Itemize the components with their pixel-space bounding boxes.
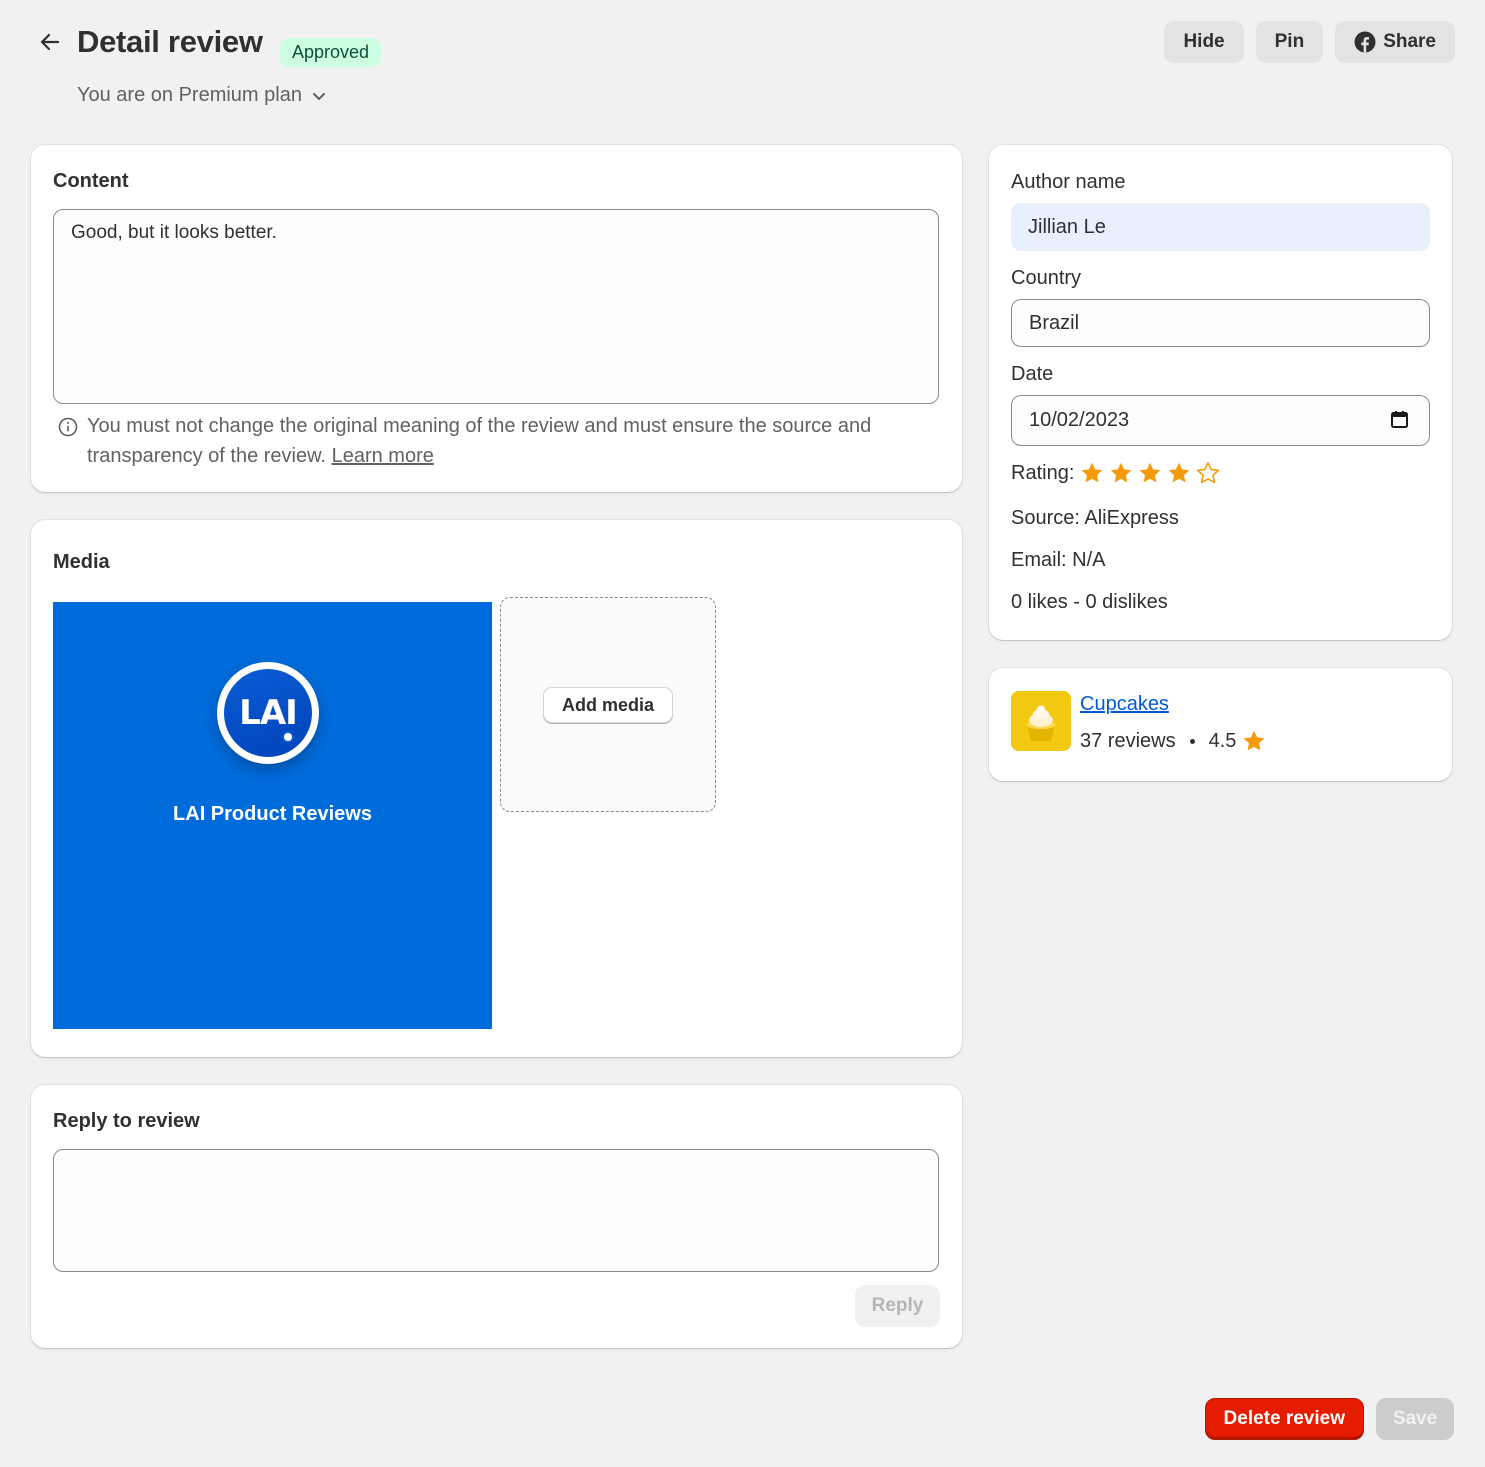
- content-card-title: Content: [53, 170, 129, 192]
- lai-logo: LAI: [217, 662, 319, 764]
- reply-card: Reply to review Reply: [31, 1085, 962, 1348]
- product-meta: 37 reviews 4.5: [1080, 729, 1266, 753]
- star-filled-icon[interactable]: [1138, 461, 1162, 485]
- reply-card-title: Reply to review: [53, 1110, 200, 1132]
- star-filled-icon[interactable]: [1167, 461, 1191, 485]
- add-media-dropzone[interactable]: Add media: [500, 597, 716, 812]
- product-reviews-count: 37 reviews: [1080, 729, 1176, 752]
- facebook-icon: [1354, 31, 1376, 53]
- page-header: Detail review Approved You are on Premiu…: [30, 20, 1455, 120]
- content-note: You must not change the original meaning…: [58, 411, 938, 471]
- plan-selector[interactable]: You are on Premium plan: [77, 84, 328, 107]
- media-caption: LAI Product Reviews: [173, 803, 372, 825]
- back-arrow-icon[interactable]: [36, 28, 64, 56]
- media-card-title: Media: [53, 551, 110, 573]
- plan-label: You are on Premium plan: [77, 84, 302, 106]
- author-name-label: Author name: [1011, 171, 1126, 193]
- product-average-rating: 4.5: [1208, 729, 1237, 752]
- date-input[interactable]: 10/02/2023: [1011, 395, 1430, 446]
- page-title: Detail review: [77, 24, 263, 59]
- footer-actions: Delete review Save: [1204, 1398, 1454, 1440]
- learn-more-link[interactable]: Learn more: [332, 445, 434, 467]
- star-filled-icon[interactable]: [1109, 461, 1133, 485]
- separator-dot: [1189, 738, 1195, 744]
- save-button[interactable]: Save: [1376, 1398, 1454, 1440]
- author-name-input[interactable]: Jillian Le: [1011, 203, 1430, 251]
- hide-button[interactable]: Hide: [1164, 21, 1244, 63]
- date-value: 10/02/2023: [1029, 409, 1130, 431]
- info-icon: [58, 417, 78, 437]
- country-label: Country: [1011, 267, 1082, 289]
- likes-text: 0 likes - 0 dislikes: [1011, 591, 1168, 613]
- note-text: You must not change the original meaning…: [87, 415, 872, 467]
- reply-button[interactable]: Reply: [855, 1285, 940, 1327]
- add-media-button[interactable]: Add media: [543, 687, 674, 723]
- status-badge: Approved: [280, 38, 382, 67]
- media-thumbnail[interactable]: LAI LAI Product Reviews: [53, 602, 492, 1029]
- product-thumbnail: [1011, 691, 1071, 751]
- rating-stars[interactable]: [1080, 461, 1220, 485]
- star-filled-icon[interactable]: [1080, 461, 1104, 485]
- source-text: Source: AliExpress: [1011, 507, 1179, 529]
- content-card: Content Good, but it looks better. You m…: [31, 145, 962, 492]
- chevron-down-icon: [312, 92, 325, 100]
- date-label: Date: [1011, 363, 1054, 385]
- country-input[interactable]: Brazil: [1011, 299, 1430, 347]
- share-label: Share: [1383, 31, 1436, 52]
- review-content-textarea[interactable]: Good, but it looks better.: [53, 209, 939, 404]
- product-card: Cupcakes 37 reviews 4.5: [989, 668, 1452, 781]
- email-text: Email: N/A: [1011, 549, 1106, 571]
- reply-textarea[interactable]: [53, 1149, 939, 1272]
- media-card: Media LAI LAI Product Reviews Add media: [31, 520, 962, 1057]
- rating-label: Rating:: [1011, 461, 1075, 484]
- product-link[interactable]: Cupcakes: [1080, 693, 1169, 716]
- delete-review-button[interactable]: Delete review: [1204, 1398, 1364, 1440]
- star-icon: [1244, 730, 1265, 751]
- pin-button[interactable]: Pin: [1255, 21, 1324, 63]
- share-button[interactable]: Share: [1335, 21, 1455, 63]
- star-empty-icon[interactable]: [1196, 461, 1220, 485]
- review-details-card: Author name Jillian Le Country Brazil Da…: [989, 145, 1452, 640]
- lai-logo-text: LAI: [239, 693, 298, 733]
- header-actions: Hide Pin Share: [1164, 21, 1455, 63]
- calendar-icon[interactable]: [1390, 410, 1409, 429]
- rating-row: Rating:: [1011, 461, 1220, 485]
